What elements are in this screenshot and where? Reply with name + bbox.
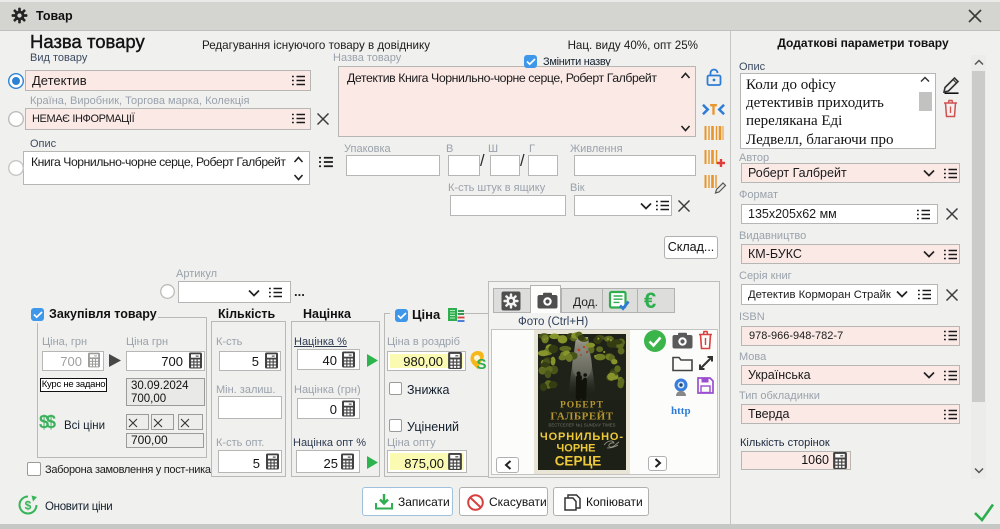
svg-text:БЕСТСЕЛЕР №1 SUNDAY TIMES: БЕСТСЕЛЕР №1 SUNDAY TIMES: [549, 423, 616, 428]
svg-text:РОБЕРТ: РОБЕРТ: [560, 401, 604, 411]
svg-text:ГАЛБРЕЙТ: ГАЛБРЕЙТ: [550, 411, 613, 423]
svg-text:S: S: [476, 356, 486, 373]
svg-text:$: $: [25, 499, 32, 513]
svg-text:СЕРЦЕ: СЕРЦЕ: [555, 454, 602, 469]
